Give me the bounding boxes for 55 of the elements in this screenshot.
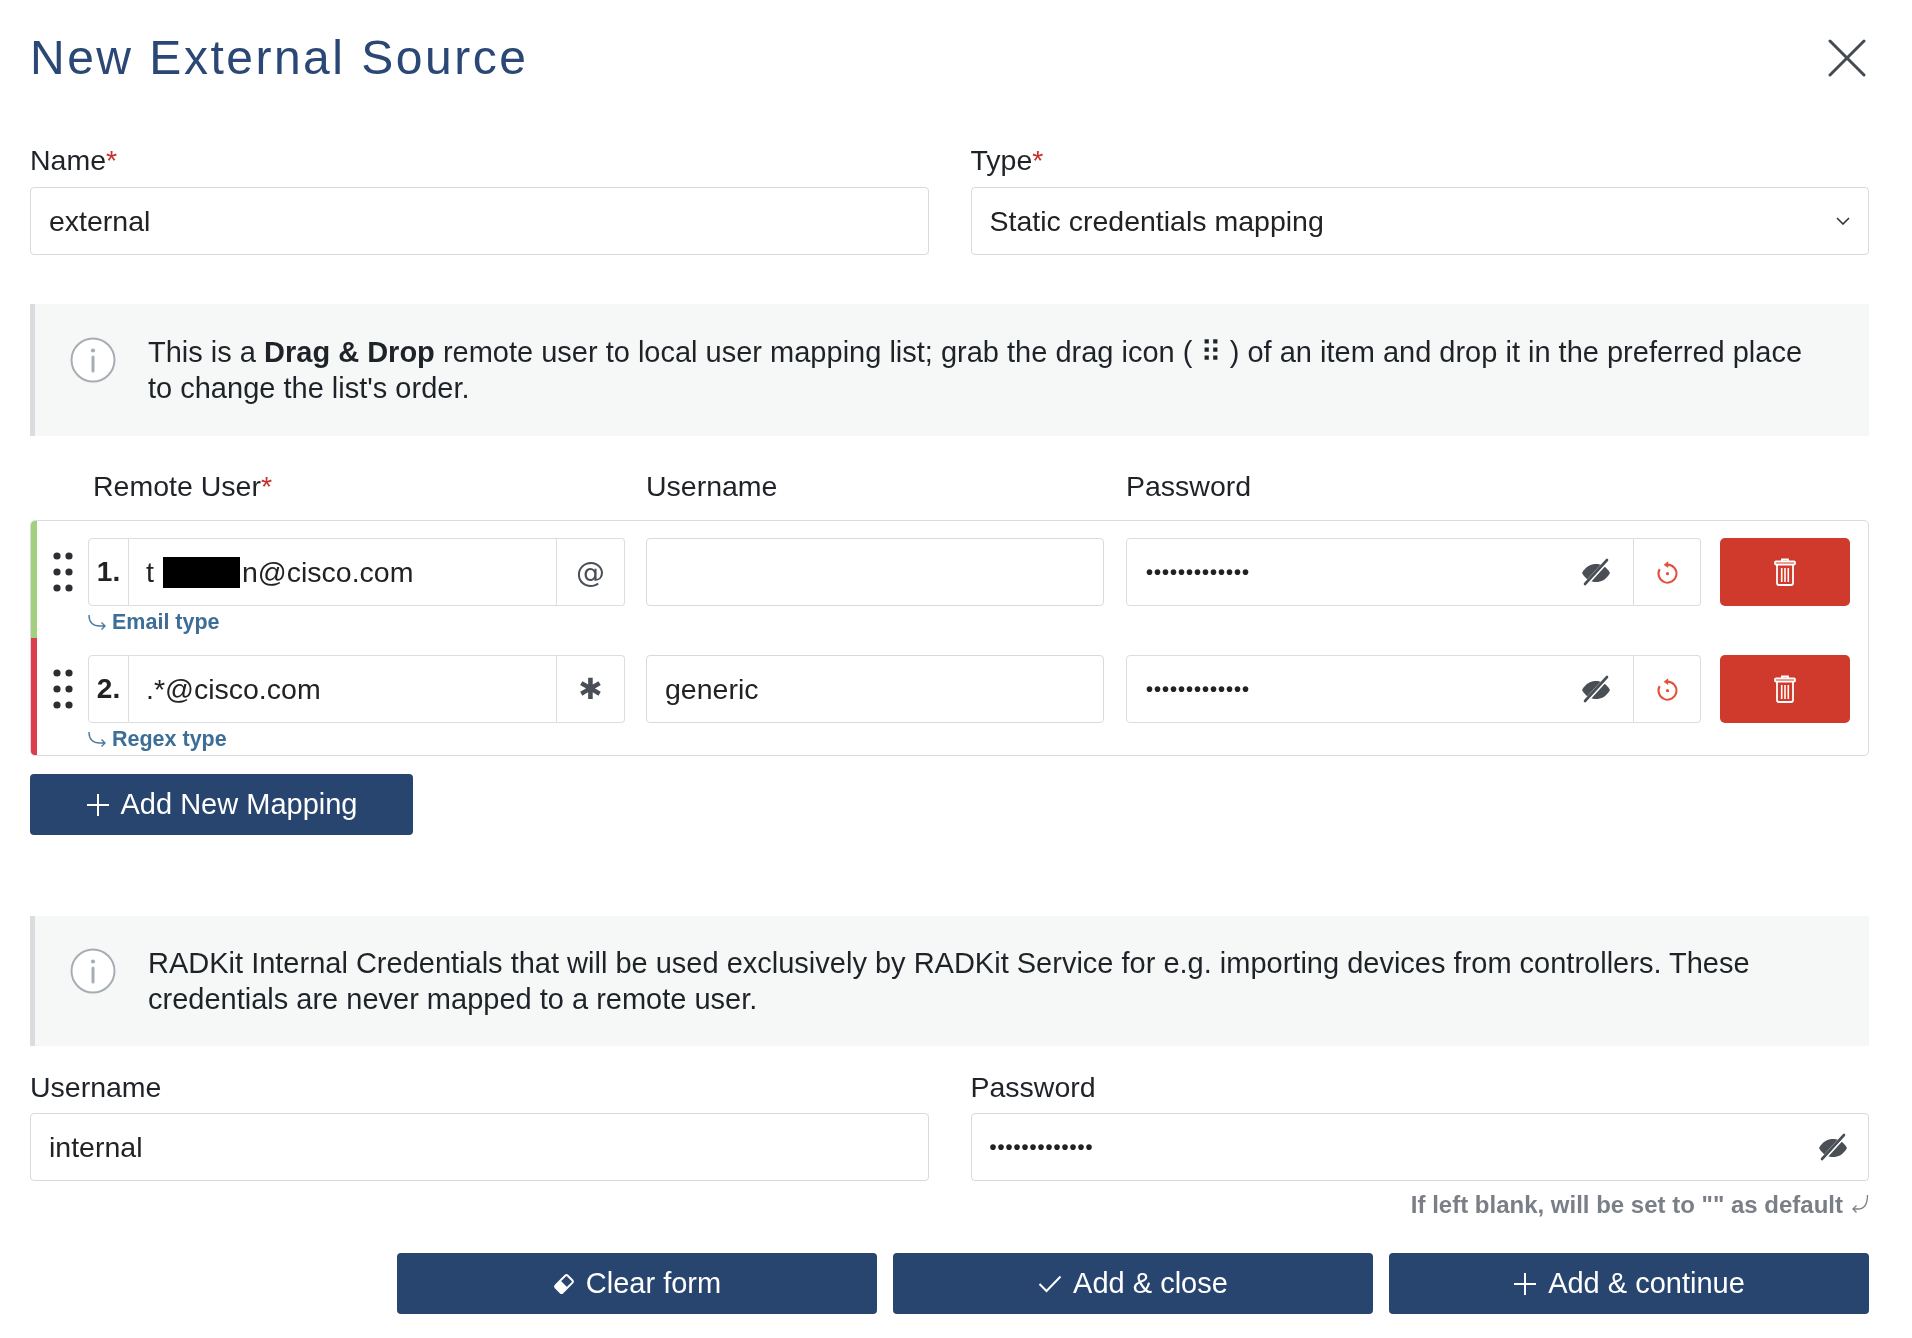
chevron-down-icon (1836, 217, 1850, 225)
column-header: Password (1126, 470, 1252, 502)
password-field[interactable]: ••••••••••••• (970, 1113, 1869, 1181)
eye-slash-icon[interactable] (1581, 558, 1611, 586)
curved-arrow-icon (87, 614, 107, 630)
check-icon (1038, 1274, 1063, 1293)
reset-button[interactable] (1634, 655, 1701, 723)
add-continue-button[interactable]: Add & continue (1389, 1253, 1869, 1314)
username-field[interactable]: generic (646, 655, 1104, 723)
eye-slash-icon[interactable] (1581, 675, 1611, 703)
drag-handle-icon[interactable] (52, 668, 73, 710)
required-asterisk: * (260, 470, 272, 502)
reset-button[interactable] (1634, 538, 1701, 606)
hint-text: If left blank, will be set to "" as default (1410, 1190, 1843, 1220)
field-label: Password (970, 1071, 1096, 1103)
trash-icon (1773, 558, 1797, 586)
close-icon[interactable] (1828, 39, 1866, 77)
type-hint: Regex type (112, 726, 227, 752)
type-hint: Email type (112, 609, 220, 635)
eye-slash-icon[interactable] (1818, 1133, 1848, 1161)
add-mapping-button[interactable]: Add New Mapping (30, 774, 413, 835)
curved-arrow-icon (87, 731, 107, 747)
field-label: Name (30, 144, 107, 176)
trash-icon (1773, 675, 1797, 703)
drag-handle-icon[interactable] (52, 551, 73, 593)
add-close-button[interactable]: Add & close (893, 1253, 1373, 1314)
username-field[interactable] (646, 538, 1104, 606)
info-text: RADKit Internal Credentials that will be used exclusively by RADKit Service for e.g. importing devices from controllers. These credentials are never mapped to a remote user. (148, 946, 1751, 1017)
remote-user-field[interactable]: t n@cisco.com (129, 538, 557, 606)
eraser-icon (552, 1272, 575, 1295)
plus-icon (1513, 1271, 1538, 1296)
type-symbol: @ (557, 538, 625, 606)
required-asterisk: * (106, 144, 118, 176)
clear-form-button[interactable]: Clear form (397, 1253, 877, 1314)
row-number: 1. (88, 538, 129, 606)
column-header: Username (646, 470, 778, 502)
row-number: 2. (88, 655, 129, 723)
info-text: This is a Drag & Drop remote user to local user mapping list; grab the drag icon ( ⠿ ) of an item and drop it in the preferred place to change the list's order. (148, 335, 1804, 406)
delete-button[interactable] (1720, 538, 1850, 606)
type-symbol: ✱ (557, 655, 625, 723)
field-label: Username (30, 1071, 162, 1103)
required-asterisk: * (1032, 144, 1044, 176)
delete-button[interactable] (1720, 655, 1850, 723)
dialog-title: New External Source (30, 30, 529, 86)
text-field[interactable]: external (30, 187, 929, 255)
info-icon (70, 337, 116, 383)
column-header: Remote User (93, 470, 261, 502)
password-field[interactable]: ••••••••••••• (1126, 655, 1634, 723)
text-field[interactable]: internal (30, 1113, 929, 1181)
field-label: Type (970, 144, 1033, 176)
password-field[interactable]: ••••••••••••• (1126, 538, 1634, 606)
type-select[interactable]: Static credentials mapping (970, 187, 1869, 255)
plus-icon (85, 792, 110, 817)
remote-user-field[interactable]: .*@cisco.com (129, 655, 557, 723)
info-icon (70, 948, 116, 994)
